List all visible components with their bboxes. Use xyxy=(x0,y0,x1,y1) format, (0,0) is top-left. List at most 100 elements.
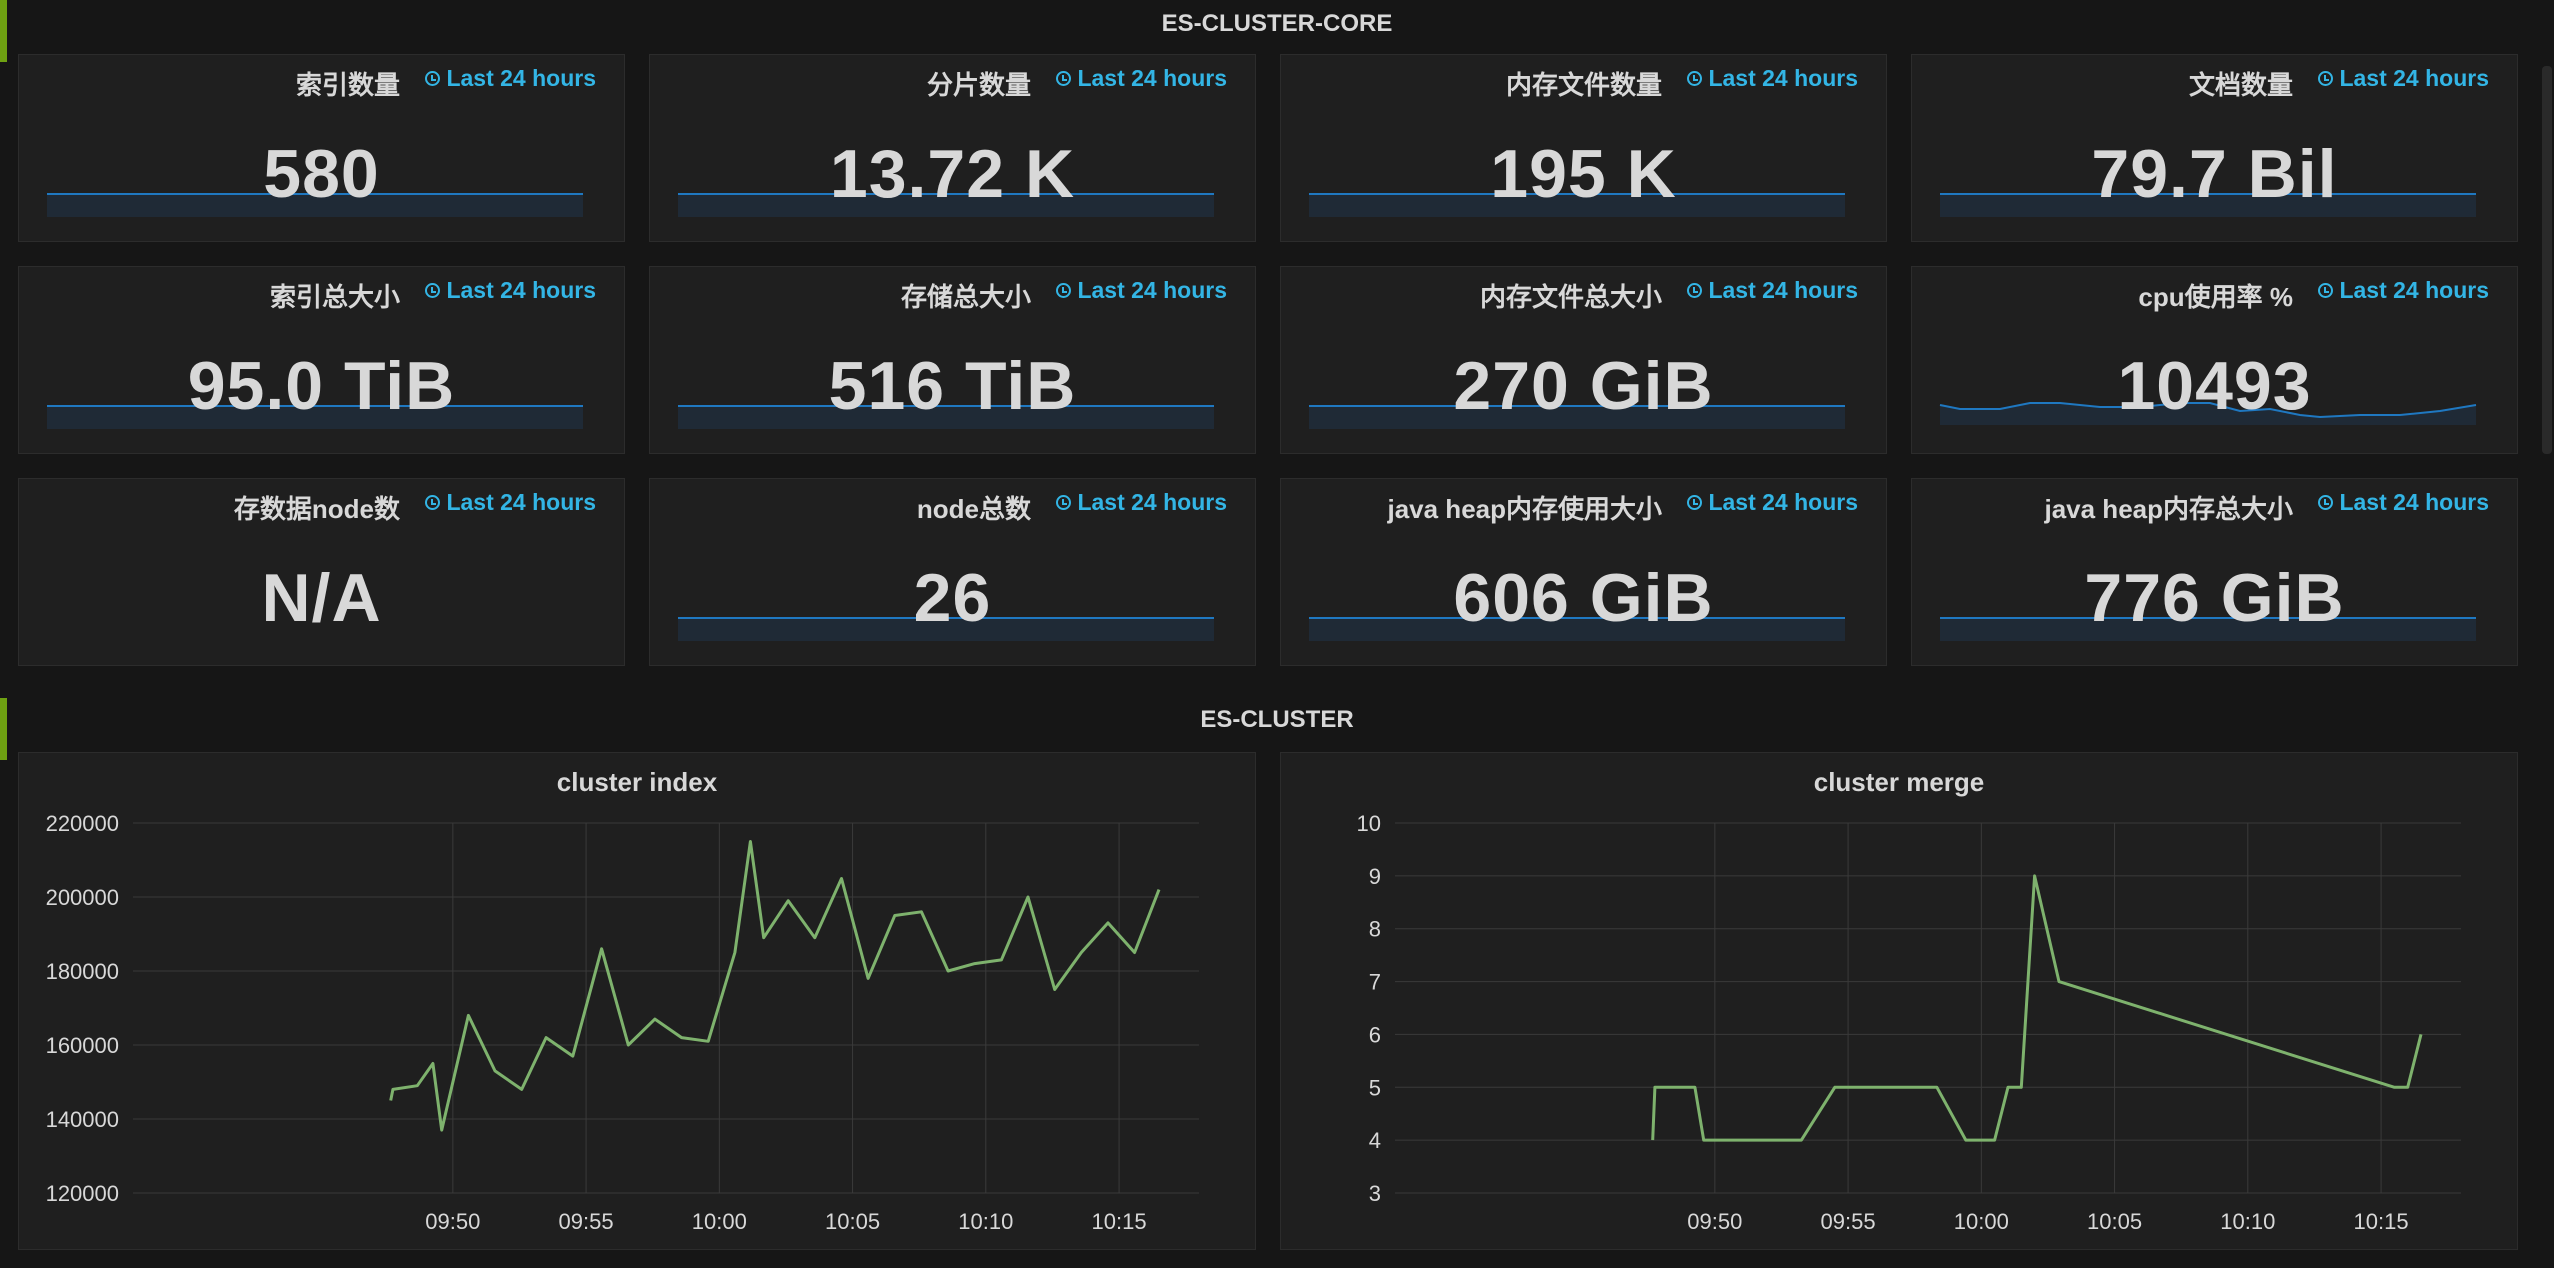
clock-icon xyxy=(2318,495,2334,510)
stat-title[interactable]: 存数据node数 xyxy=(234,489,400,526)
stat-panel: 内存文件数量 Last 24 hours 195 K xyxy=(1280,54,1887,242)
series-line xyxy=(1651,874,2423,1142)
time-range-info: Last 24 hours xyxy=(425,65,596,92)
time-range-label: Last 24 hours xyxy=(1077,277,1227,303)
time-range-label: Last 24 hours xyxy=(1708,489,1858,515)
clock-icon xyxy=(1056,283,1072,298)
x-tick-label: 10:10 xyxy=(2220,1209,2275,1234)
stat-title[interactable]: 内存文件总大小 xyxy=(1480,277,1662,314)
stat-panel: node总数 Last 24 hours 26 xyxy=(649,478,1256,666)
y-tick-label: 7 xyxy=(1369,970,1381,995)
clock-icon xyxy=(2318,71,2334,86)
y-tick-label: 200000 xyxy=(46,885,119,910)
y-tick-label: 160000 xyxy=(46,1033,119,1058)
stat-value: 195 K xyxy=(1490,136,1677,212)
time-range-label: Last 24 hours xyxy=(446,65,596,91)
y-tick-label: 120000 xyxy=(46,1181,119,1206)
stat-title[interactable]: java heap内存总大小 xyxy=(2044,489,2293,526)
stat-value: 606 GiB xyxy=(1453,560,1714,636)
time-range-info: Last 24 hours xyxy=(1687,489,1858,516)
y-tick-label: 6 xyxy=(1369,1022,1381,1047)
y-tick-label: 220000 xyxy=(46,811,119,836)
stat-value: 79.7 Bil xyxy=(2091,136,2338,212)
stat-panel: cpu使用率 % Last 24 hours 10493 xyxy=(1911,266,2518,454)
stat-value: 580 xyxy=(263,136,380,212)
clock-icon xyxy=(1687,71,1703,86)
y-tick-label: 3 xyxy=(1369,1181,1381,1206)
series-line xyxy=(389,840,1161,1132)
stat-panel: 分片数量 Last 24 hours 13.72 K xyxy=(649,54,1256,242)
y-tick-label: 9 xyxy=(1369,864,1381,889)
time-range-label: Last 24 hours xyxy=(1077,65,1227,91)
stat-title[interactable]: 索引数量 xyxy=(296,65,400,102)
stat-panel: 存数据node数 Last 24 hours N/A xyxy=(18,478,625,666)
x-tick-label: 10:15 xyxy=(1092,1209,1147,1234)
scrollbar[interactable] xyxy=(2542,66,2552,454)
time-range-info: Last 24 hours xyxy=(2318,65,2489,92)
x-tick-label: 10:10 xyxy=(958,1209,1013,1234)
stat-title[interactable]: 存储总大小 xyxy=(901,277,1031,314)
clock-icon xyxy=(425,71,441,86)
time-range-info: Last 24 hours xyxy=(425,489,596,516)
row-title-cluster[interactable]: ES-CLUSTER xyxy=(0,706,2554,734)
cluster-merge-chart: 3 4 5 6 7 8 9 10 09:50 09:55 10:00 10:05 10:10 10:15 xyxy=(1357,811,2461,1234)
time-range-label: Last 24 hours xyxy=(2339,65,2489,91)
y-tick-label: 8 xyxy=(1369,917,1381,942)
x-tick-label: 09:50 xyxy=(1687,1209,1742,1234)
x-tick-label: 09:50 xyxy=(425,1209,480,1234)
time-range-info: Last 24 hours xyxy=(2318,277,2489,304)
stat-value: 95.0 TiB xyxy=(187,348,456,424)
y-tick-label: 10 xyxy=(1357,811,1381,836)
x-tick-label: 10:05 xyxy=(825,1209,880,1234)
time-range-info: Last 24 hours xyxy=(425,277,596,304)
y-tick-label: 5 xyxy=(1369,1075,1381,1100)
x-tick-label: 09:55 xyxy=(559,1209,614,1234)
clock-icon xyxy=(1687,283,1703,298)
clock-icon xyxy=(425,495,441,510)
stat-panel: 索引数量 Last 24 hours 580 xyxy=(18,54,625,242)
stat-title[interactable]: cpu使用率 % xyxy=(2138,277,2293,314)
time-range-info: Last 24 hours xyxy=(1056,277,1227,304)
stat-title[interactable]: java heap内存使用大小 xyxy=(1387,489,1662,526)
stat-value: 26 xyxy=(913,560,992,636)
stat-panel: 索引总大小 Last 24 hours 95.0 TiB xyxy=(18,266,625,454)
stat-value: 10493 xyxy=(2117,348,2312,424)
stat-panel: 存储总大小 Last 24 hours 516 TiB xyxy=(649,266,1256,454)
time-range-info: Last 24 hours xyxy=(1687,65,1858,92)
y-tick-label: 180000 xyxy=(46,959,119,984)
stat-title[interactable]: 分片数量 xyxy=(927,65,1031,102)
clock-icon xyxy=(1687,495,1703,510)
time-range-label: Last 24 hours xyxy=(1708,277,1858,303)
y-tick-label: 4 xyxy=(1369,1128,1381,1153)
stat-panel: java heap内存总大小 Last 24 hours 776 GiB xyxy=(1911,478,2518,666)
x-tick-label: 10:00 xyxy=(692,1209,747,1234)
stat-panel: 内存文件总大小 Last 24 hours 270 GiB xyxy=(1280,266,1887,454)
time-range-label: Last 24 hours xyxy=(446,277,596,303)
stat-value: 13.72 K xyxy=(829,136,1076,212)
stat-value: 776 GiB xyxy=(2084,560,2345,636)
stat-value: 270 GiB xyxy=(1453,348,1714,424)
stat-title[interactable]: 文档数量 xyxy=(2189,65,2293,102)
time-range-info: Last 24 hours xyxy=(1056,65,1227,92)
time-range-label: Last 24 hours xyxy=(1708,65,1858,91)
row-title-core[interactable]: ES-CLUSTER-CORE xyxy=(0,10,2554,38)
time-range-label: Last 24 hours xyxy=(1077,489,1227,515)
time-range-info: Last 24 hours xyxy=(1056,489,1227,516)
stat-panel: 文档数量 Last 24 hours 79.7 Bil xyxy=(1911,54,2518,242)
time-range-info: Last 24 hours xyxy=(1687,277,1858,304)
x-tick-label: 09:55 xyxy=(1821,1209,1876,1234)
graph-panel-cluster-merge: cluster merge 3 4 5 6 7 8 9 10 09:50 09:55 10:00 10… xyxy=(1280,752,2518,1250)
x-tick-label: 10:05 xyxy=(2087,1209,2142,1234)
y-tick-label: 140000 xyxy=(46,1107,119,1132)
stat-value: N/A xyxy=(261,560,382,636)
clock-icon xyxy=(1056,495,1072,510)
stat-title[interactable]: node总数 xyxy=(917,489,1031,526)
clock-icon xyxy=(1056,71,1072,86)
graph-panel-cluster-index: cluster index 120000 140000 160000 180000 20… xyxy=(18,752,1256,1250)
stat-title[interactable]: 索引总大小 xyxy=(270,277,400,314)
stat-title[interactable]: 内存文件数量 xyxy=(1506,65,1662,102)
cluster-index-chart: 120000 140000 160000 180000 200000 220000 09:5… xyxy=(46,811,1199,1234)
time-range-label: Last 24 hours xyxy=(2339,489,2489,515)
time-range-label: Last 24 hours xyxy=(446,489,596,515)
stat-panel: java heap内存使用大小 Last 24 hours 606 GiB xyxy=(1280,478,1887,666)
